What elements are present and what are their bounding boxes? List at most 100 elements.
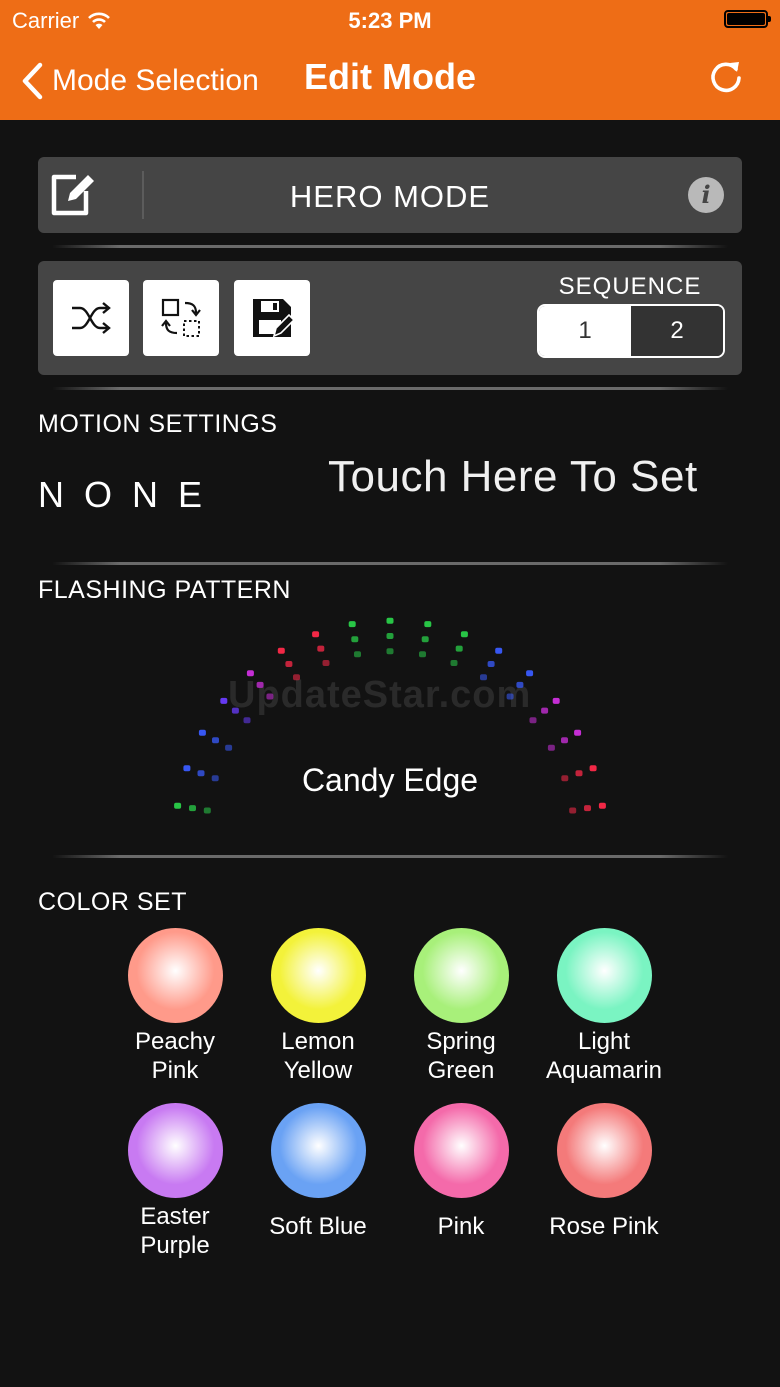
led-dot <box>386 648 394 655</box>
color-label: Easter Purple <box>140 1203 210 1259</box>
divider <box>52 855 728 858</box>
color-soft-blue[interactable]: Soft Blue <box>243 1103 393 1241</box>
refresh-icon[interactable] <box>706 58 746 98</box>
color-pink[interactable]: Pink <box>386 1103 536 1241</box>
led-arc <box>174 617 606 814</box>
led-dot <box>225 744 233 751</box>
motion-value: NONE <box>38 474 223 515</box>
led-dot <box>424 621 432 628</box>
led-dot <box>293 674 300 681</box>
color-label: Soft Blue <box>269 1213 367 1240</box>
color-label: Rose Pink <box>549 1213 659 1240</box>
battery-icon <box>724 10 771 28</box>
color-swatch <box>413 928 509 1023</box>
led-dot <box>552 697 560 704</box>
color-label: Pink <box>437 1213 485 1240</box>
led-dot <box>231 707 239 714</box>
led-dot <box>312 631 320 638</box>
color-swatch <box>556 928 652 1023</box>
color-set-label: COLOR SET <box>38 888 187 916</box>
save-icon <box>253 299 294 338</box>
led-dot <box>386 633 394 639</box>
led-dot <box>455 645 463 652</box>
led-dot <box>386 617 394 624</box>
save-button[interactable] <box>234 280 310 356</box>
led-dot <box>547 744 555 751</box>
led-dot <box>212 737 219 744</box>
color-label: Spring Green <box>426 1028 496 1084</box>
led-dot <box>348 621 356 628</box>
color-easter-purple[interactable]: Easter Purple <box>100 1103 250 1260</box>
status-bar: Carrier 5:23 PM <box>0 0 780 40</box>
led-dot <box>598 802 606 809</box>
divider <box>52 387 728 390</box>
led-dot <box>516 681 524 688</box>
sequence-label: SEQUENCE <box>558 273 702 300</box>
led-dot <box>203 807 211 814</box>
led-dot <box>243 717 251 724</box>
flashing-pattern-label: FLASHING PATTERN <box>38 576 291 604</box>
led-dot <box>495 647 503 654</box>
led-dot <box>460 631 468 638</box>
mode-name[interactable]: HERO MODE <box>38 179 742 215</box>
led-dot <box>322 660 330 666</box>
led-dot <box>529 717 537 724</box>
led-dot <box>317 645 325 652</box>
led-dot <box>354 651 361 658</box>
tool-panel: SEQUENCE 1 2 <box>38 261 742 375</box>
color-lemon-yellow[interactable]: Lemon Yellow <box>243 928 393 1085</box>
led-dot <box>450 660 458 666</box>
color-swatch <box>556 1103 652 1198</box>
navigation-bar: Carrier 5:23 PM Mode Selection Edit Mode <box>0 0 780 120</box>
sequence-segmented-control: 1 2 <box>537 304 725 358</box>
led-dot <box>246 670 254 677</box>
clock: 5:23 PM <box>348 8 432 33</box>
info-icon[interactable]: i <box>688 177 724 213</box>
swap-icon <box>161 298 201 337</box>
color-label: Lemon Yellow <box>281 1028 355 1084</box>
led-dot <box>480 674 487 681</box>
led-dot <box>198 729 206 736</box>
color-swatch <box>127 1103 223 1198</box>
flashing-pattern-preview[interactable]: UpdateStar.com Candy Edge <box>38 610 742 850</box>
color-swatch <box>270 928 366 1023</box>
swap-button[interactable] <box>143 280 219 356</box>
led-dot <box>487 661 495 667</box>
led-dot <box>421 636 429 643</box>
led-dot <box>569 807 577 814</box>
color-swatch <box>413 1103 509 1198</box>
page-title: Edit Mode <box>304 56 476 97</box>
led-dot <box>574 729 582 736</box>
divider <box>52 562 728 565</box>
led-dot <box>266 693 274 700</box>
led-dot <box>526 670 534 677</box>
led-dot <box>419 651 426 658</box>
led-dot <box>220 697 228 704</box>
pattern-name: Candy Edge <box>301 762 479 798</box>
led-dot <box>277 647 285 654</box>
shuffle-button[interactable] <box>53 280 129 356</box>
sequence-option-2[interactable]: 2 <box>631 306 723 356</box>
color-peachy-pink[interactable]: Peachy Pink <box>100 928 250 1085</box>
led-dot <box>506 693 514 700</box>
led-dot <box>174 802 182 809</box>
color-swatch <box>270 1103 366 1198</box>
led-dot <box>285 661 293 667</box>
color-light-aquamarin[interactable]: Light Aquamarin <box>529 928 679 1085</box>
color-spring-green[interactable]: Spring Green <box>386 928 536 1085</box>
color-label: Peachy Pink <box>134 1028 216 1084</box>
led-dot <box>584 805 591 812</box>
color-swatch <box>127 928 223 1023</box>
touch-to-set-button[interactable]: Touch Here To Set <box>328 452 698 502</box>
divider <box>52 245 728 248</box>
led-dot <box>561 737 568 744</box>
motion-settings-label: MOTION SETTINGS <box>38 410 278 438</box>
shuffle-icon <box>72 302 111 334</box>
led-dot <box>541 707 549 714</box>
sequence-option-1[interactable]: 1 <box>539 306 631 356</box>
color-rose-pink[interactable]: Rose Pink <box>529 1103 679 1241</box>
led-dot <box>351 636 359 643</box>
led-dot <box>256 681 264 688</box>
led-dot <box>189 805 196 812</box>
mode-header: HERO MODE i <box>38 157 742 233</box>
